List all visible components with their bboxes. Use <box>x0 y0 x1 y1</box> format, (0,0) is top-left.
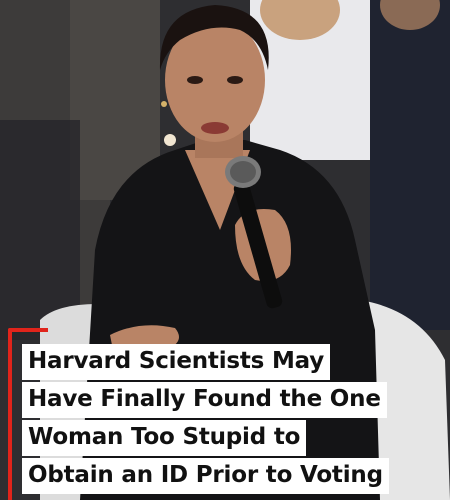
headline-text: Obtain an ID Prior to Voting <box>22 458 389 494</box>
headline-text: Have Finally Found the One <box>22 382 387 418</box>
microphone-grille <box>230 161 256 183</box>
headline-line: Harvard Scientists May <box>22 344 450 381</box>
headline-line: Woman Too Stupid to <box>22 420 450 457</box>
audience-person-far-right <box>370 0 450 330</box>
right-eye <box>227 76 243 84</box>
meme-frame: Harvard Scientists May Have Finally Foun… <box>0 0 450 500</box>
left-eye <box>187 76 203 84</box>
headline-line: Have Finally Found the One <box>22 382 450 419</box>
headline-line: Obtain an ID Prior to Voting <box>22 458 450 495</box>
headline-caption: Harvard Scientists May Have Finally Foun… <box>22 344 450 496</box>
earring <box>161 101 167 107</box>
headline-text: Harvard Scientists May <box>22 344 331 380</box>
headline-text: Woman Too Stupid to <box>22 420 307 456</box>
lapel-mic <box>164 134 176 146</box>
mouth <box>201 122 229 134</box>
